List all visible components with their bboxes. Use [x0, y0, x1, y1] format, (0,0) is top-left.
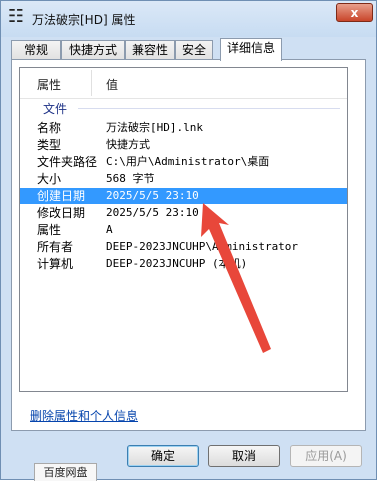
- list-item[interactable]: 所有者 DEEP-2023JNCUHP\Administrator: [20, 239, 347, 255]
- property-value: A: [106, 223, 113, 236]
- property-value: C:\用户\Administrator\桌面: [106, 155, 270, 168]
- remove-properties-link[interactable]: 删除属性和个人信息: [30, 407, 138, 424]
- list-item[interactable]: 文件夹路径 C:\用户\Administrator\桌面: [20, 154, 347, 170]
- list-header: 属性 值: [20, 68, 347, 99]
- paw-print-icon: ☷: [7, 6, 25, 27]
- list-item[interactable]: 大小 568 字节: [20, 171, 347, 187]
- tab-shortcut[interactable]: 快捷方式: [61, 40, 125, 60]
- list-item[interactable]: 属性 A: [20, 222, 347, 238]
- property-value: 2025/5/5 23:10: [106, 189, 199, 202]
- property-value: 2025/5/5 23:10: [106, 206, 199, 219]
- property-name: 创建日期: [37, 189, 86, 203]
- tab-details[interactable]: 详细信息: [220, 38, 282, 61]
- property-name: 修改日期: [37, 206, 86, 220]
- ok-button[interactable]: 确定: [127, 445, 199, 467]
- cancel-button[interactable]: 取消: [208, 445, 280, 467]
- group-divider: [78, 108, 340, 109]
- property-value: 万法破宗[HD].lnk: [106, 121, 203, 134]
- list-item-selected[interactable]: 创建日期 2025/5/5 23:10: [20, 188, 347, 204]
- property-name: 属性: [37, 223, 62, 237]
- title-bar[interactable]: ☷ 万法破宗[HD] 属性 x: [1, 1, 376, 37]
- property-name: 类型: [37, 138, 62, 152]
- property-name: 名称: [37, 121, 62, 135]
- baidu-netdisk-tab[interactable]: 百度网盘: [34, 463, 97, 481]
- property-name: 文件夹路径: [37, 155, 98, 169]
- tab-compatibility[interactable]: 兼容性: [125, 40, 175, 60]
- list-item[interactable]: 名称 万法破宗[HD].lnk: [20, 120, 347, 136]
- tab-general[interactable]: 常规: [11, 40, 61, 60]
- property-value: DEEP-2023JNCUHP\Administrator: [106, 240, 299, 253]
- group-file-label: 文件: [43, 102, 68, 116]
- column-property-header[interactable]: 属性: [37, 76, 61, 93]
- column-divider[interactable]: [91, 70, 92, 96]
- window-title: 万法破宗[HD] 属性: [32, 13, 136, 27]
- list-item[interactable]: 类型 快捷方式: [20, 137, 347, 153]
- apply-button[interactable]: 应用(A): [290, 445, 362, 467]
- property-value: DEEP-2023JNCUHP (本机): [106, 257, 248, 270]
- column-value-header[interactable]: 值: [106, 76, 118, 93]
- tab-security[interactable]: 安全: [175, 40, 213, 60]
- property-value: 快捷方式: [106, 138, 150, 151]
- close-button[interactable]: x: [336, 3, 373, 22]
- property-name: 计算机: [37, 257, 74, 271]
- properties-window: ☷ 万法破宗[HD] 属性 x 常规 快捷方式 兼容性 安全 详细信息 属性 值…: [0, 0, 377, 481]
- list-item[interactable]: 计算机 DEEP-2023JNCUHP (本机): [20, 256, 347, 272]
- property-value: 568 字节: [106, 172, 155, 185]
- details-list[interactable]: 属性 值 文件 名称 万法破宗[HD].lnk 类型 快捷方式 文件夹路径 C:…: [19, 67, 348, 392]
- property-name: 大小: [37, 172, 62, 186]
- list-item[interactable]: 修改日期 2025/5/5 23:10: [20, 205, 347, 221]
- property-name: 所有者: [37, 240, 74, 254]
